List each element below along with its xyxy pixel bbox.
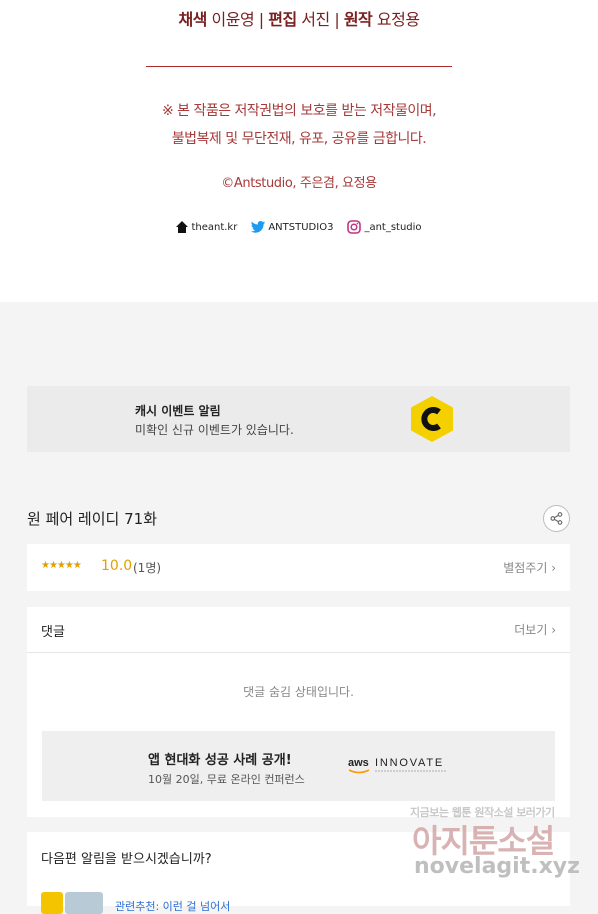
rating-score: 10.0 (101, 558, 133, 574)
ad-title: 앱 현대화 성공 사례 공개! (148, 753, 292, 768)
ad-brand: aws (348, 757, 369, 769)
comments-more-link[interactable]: 더보기 › (514, 621, 556, 638)
social-label: ANTSTUDIO3 (268, 221, 334, 233)
editing-label: 편집 (268, 10, 297, 29)
notify-question: 다음편 알림을 받으시겠습니까? (41, 852, 212, 867)
social-links: theant.kr ANTSTUDIO3 _ant_studio (0, 220, 598, 234)
home-icon (176, 221, 189, 233)
coloring-name: 이윤영 (211, 10, 255, 29)
twitter-icon (251, 221, 266, 233)
separator: | (334, 10, 340, 29)
original-name: 요정용 (376, 10, 420, 29)
watermark-overlay: 지금보는 웹툰 원작소설 보러가기 아지툰소설 novelagit.xyz (410, 800, 590, 890)
cash-event-banner[interactable]: 캐시 이벤트 알림 미확인 신규 이벤트가 있습니다. (27, 386, 570, 452)
banner-subtitle: 미확인 신규 이벤트가 있습니다. (135, 423, 294, 437)
social-link-twitter[interactable]: ANTSTUDIO3 (251, 221, 333, 233)
comments-hidden-message: 댓글 숨김 상태입니다. (243, 685, 354, 699)
rating-card: ★★★★★ 10.0 (1명) 별점주기 › (27, 544, 570, 591)
ad-subtitle: 10월 20일, 무료 온라인 컨퍼런스 (148, 773, 305, 786)
instagram-icon (347, 220, 362, 234)
share-button[interactable] (543, 505, 570, 532)
social-label: theant.kr (191, 221, 238, 233)
thumbnail[interactable] (41, 892, 63, 914)
editing-name: 서진 (301, 10, 330, 29)
copyright-holders: ©Antstudio, 주은겸, 요정용 (221, 176, 377, 191)
next-recommendation-link[interactable]: 관련추천: 이런 걸 넘어서 (115, 898, 230, 914)
comments-card: 댓글 더보기 › 댓글 숨김 상태입니다. 앱 현대화 성공 사례 공개! 10… (27, 607, 570, 817)
social-link-home[interactable]: theant.kr (176, 221, 237, 233)
banner-title: 캐시 이벤트 알림 (135, 404, 221, 418)
rating-stars: ★★★★★ (41, 560, 82, 571)
watermark-url: novelagit.xyz (414, 854, 580, 879)
original-label: 원작 (343, 10, 373, 29)
share-icon (550, 512, 563, 525)
comments-header: 댓글 (41, 625, 65, 640)
copyright-notice-line1: ※ 본 작품은 저작권법의 보호를 받는 저작물이며, (161, 103, 437, 119)
coloring-label: 채색 (178, 10, 207, 29)
divider (27, 652, 570, 653)
aws-innovate-logo: aws INNOVATE (348, 757, 446, 774)
rating-count: (1명) (133, 561, 162, 575)
social-link-instagram[interactable]: _ant_studio (347, 220, 422, 234)
cash-logo-icon (411, 396, 453, 442)
rate-button[interactable]: 별점주기 › (503, 559, 556, 576)
divider-line (146, 66, 452, 67)
credits-section: 채색 이윤영 | 편집 서진 | 원작 요정용 ※ 본 작품은 저작권법의 보호… (0, 0, 598, 302)
thumbnail[interactable] (65, 892, 103, 914)
copyright-notice-line2: 불법복제 및 무단전재, 유포, 공유를 금합니다. (171, 131, 427, 147)
ad-brand-word: INNOVATE (375, 757, 444, 769)
ad-banner[interactable]: 앱 현대화 성공 사례 공개! 10월 20일, 무료 온라인 컨퍼런스 aws… (42, 731, 555, 801)
staff-credits: 채색 이윤영 | 편집 서진 | 원작 요정용 (0, 6, 598, 30)
episode-title: 원 페어 레이디 71화 (27, 510, 157, 528)
separator: | (258, 10, 264, 29)
social-label: _ant_studio (364, 221, 422, 233)
